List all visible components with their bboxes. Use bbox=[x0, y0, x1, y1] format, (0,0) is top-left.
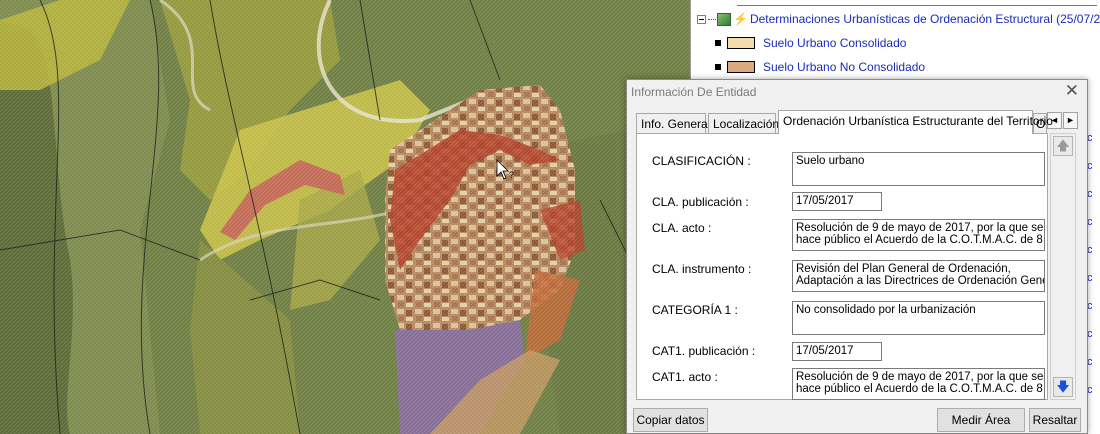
scroll-down-icon[interactable]: 🡇 bbox=[1053, 377, 1073, 397]
highlight-button[interactable]: Resaltar bbox=[1029, 408, 1081, 432]
legend-item-row[interactable]: Suelo Urbano Consolidado bbox=[715, 33, 906, 53]
dialog-title: Información De Entidad bbox=[631, 85, 757, 99]
layer-group-icon bbox=[717, 12, 731, 26]
tab-panel: CLASIFICACIÓN : Suelo urbano CLA. public… bbox=[636, 133, 1048, 400]
copy-data-button[interactable]: Copiar datos bbox=[633, 408, 708, 432]
field-label: CATEGORÍA 1 : bbox=[652, 303, 738, 317]
measure-area-button[interactable]: Medir Área bbox=[937, 408, 1025, 432]
field-value-line: hace público el Acuerdo de la C.O.T.M.A.… bbox=[796, 234, 1045, 246]
field-value-line: Resolución de 9 de mayo de 2017, por la … bbox=[796, 371, 1044, 383]
tab-ordenacion[interactable]: Ordenación Urbanística Estructurante del… bbox=[778, 110, 1053, 134]
legend-item-row[interactable]: Suelo Urbano No Consolidado bbox=[715, 57, 925, 77]
field-value-line: Adaptación a las Directrices de Ordenaci… bbox=[796, 275, 1045, 287]
legend-item-label[interactable]: Suelo Urbano No Consolidado bbox=[763, 60, 925, 74]
field-value-line: 17/05/2017 bbox=[796, 345, 854, 357]
field-label: CAT1. acto : bbox=[652, 370, 718, 384]
map-view[interactable]: ? bbox=[0, 0, 690, 434]
legend-group-title[interactable]: Determinaciones Urbanísticas de Ordenaci… bbox=[750, 12, 1100, 26]
field-value-line: Resolución de 9 de mayo de 2017, por la … bbox=[796, 222, 1044, 234]
field-value-line: No consolidado por la urbanización bbox=[796, 304, 976, 316]
field-label: CLASIFICACIÓN : bbox=[652, 154, 751, 168]
cursor-help-glyph: ? bbox=[509, 170, 514, 180]
field-value[interactable]: 17/05/2017 bbox=[792, 192, 882, 211]
collapse-toggle-icon[interactable] bbox=[697, 14, 706, 24]
field-label: CAT1. publicación : bbox=[652, 344, 756, 358]
field-value-line: hace público el Acuerdo de la C.O.T.M.A.… bbox=[796, 383, 1045, 395]
scroll-up-icon[interactable]: 🡅 bbox=[1053, 136, 1073, 156]
map-canvas[interactable]: ? bbox=[0, 0, 690, 434]
field-value[interactable]: Resolución de 9 de mayo de 2017, por la … bbox=[792, 368, 1045, 400]
legend-swatch bbox=[727, 61, 755, 73]
field-value[interactable]: No consolidado por la urbanización bbox=[792, 301, 1045, 335]
field-value-line: 17/05/2017 bbox=[796, 195, 854, 207]
bullet-icon bbox=[715, 64, 721, 70]
legend-group-row[interactable]: ⚡ Determinaciones Urbanísticas de Ordena… bbox=[697, 9, 1100, 29]
close-icon[interactable]: ✕ bbox=[1065, 81, 1079, 101]
legend-item-label[interactable]: Suelo Urbano Consolidado bbox=[763, 36, 906, 50]
field-value-line: Revisión del Plan General de Ordenación, bbox=[796, 263, 1011, 275]
field-value-line: Suelo urbano bbox=[796, 155, 865, 167]
field-label: CLA. acto : bbox=[652, 221, 712, 235]
field-value[interactable]: Suelo urbano bbox=[792, 152, 1045, 186]
field-value[interactable]: Revisión del Plan General de Ordenación,… bbox=[792, 260, 1045, 292]
field-value[interactable]: 17/05/2017 bbox=[792, 342, 882, 361]
vertical-scrollbar[interactable]: 🡅 🡇 bbox=[1050, 133, 1076, 400]
bullet-icon bbox=[715, 40, 721, 46]
field-label: CLA. instrumento : bbox=[652, 262, 752, 276]
field-label: CLA. publicación : bbox=[652, 195, 749, 209]
legend-swatch bbox=[727, 37, 755, 49]
field-value[interactable]: Resolución de 9 de mayo de 2017, por la … bbox=[792, 219, 1045, 251]
tab-localizacion[interactable]: Localización bbox=[708, 113, 779, 133]
entity-info-dialog: Información De Entidad ✕ Info. General L… bbox=[626, 79, 1088, 434]
tab-info-general[interactable]: Info. General bbox=[636, 113, 710, 133]
lightning-icon: ⚡ bbox=[733, 12, 748, 26]
tab-scroll-right-icon[interactable]: ► bbox=[1063, 112, 1078, 129]
